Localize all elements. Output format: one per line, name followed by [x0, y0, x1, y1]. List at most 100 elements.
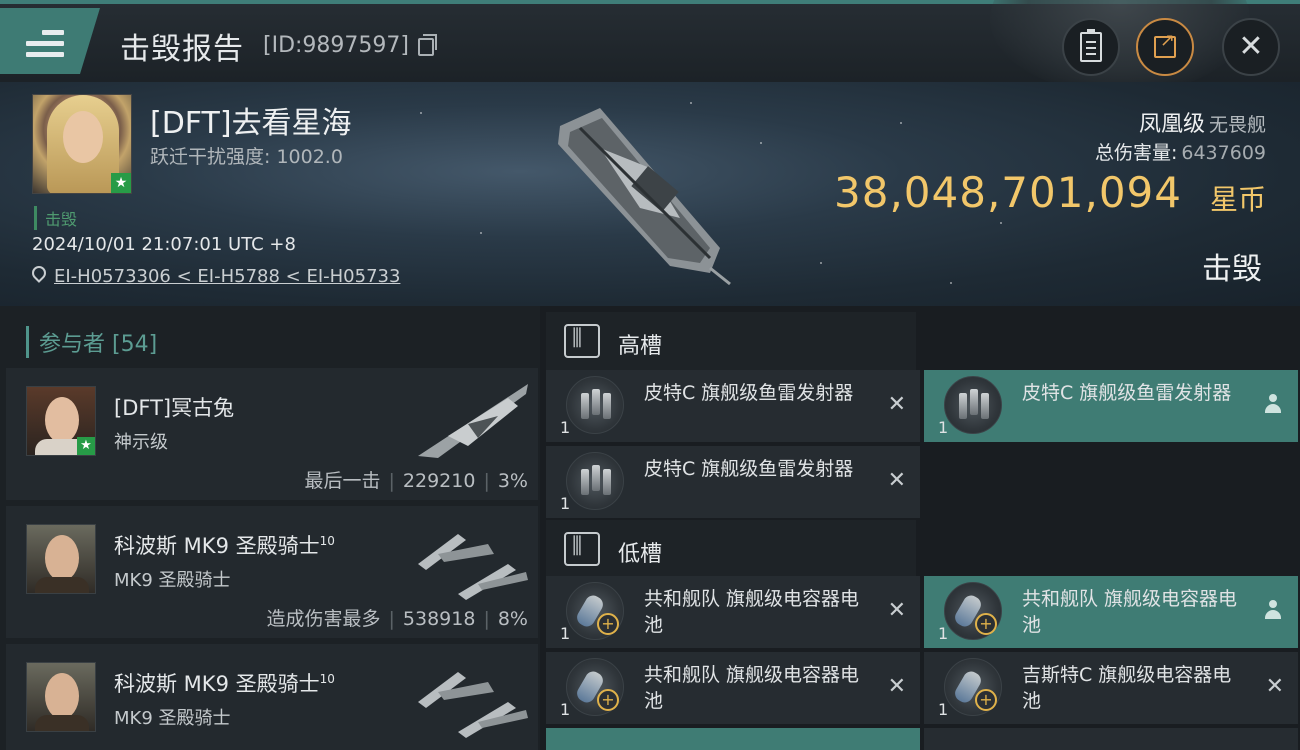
- share-button[interactable]: [1136, 18, 1194, 76]
- pilot-tag: 造成伤害最多: [266, 608, 381, 630]
- isk-value: 38,048,701,094: [834, 168, 1182, 217]
- copy-icon[interactable]: [418, 34, 437, 56]
- outcome-tag: 击毁: [34, 206, 77, 230]
- kill-timestamp: 2024/10/01 21:07:01 UTC +8: [32, 234, 296, 255]
- pilot-name: 科波斯 MK9 圣殿骑士10: [114, 672, 335, 696]
- module-name: 皮特C 旗舰级鱼雷发射器: [644, 458, 854, 480]
- menu-icon[interactable]: [26, 30, 64, 62]
- pilot-damage: 229210: [402, 470, 476, 492]
- module-quantity: 1: [938, 418, 949, 437]
- capacitor-battery-icon: +: [566, 582, 624, 640]
- module-name: 皮特C 旗舰级鱼雷发射器: [1022, 382, 1232, 404]
- share-icon: [1154, 30, 1176, 58]
- participants-panel: 参与者 [54] ★ [DFT]冥古兔 神示级 最后一击 | 229210 | 3% 科…: [0, 306, 540, 750]
- module-quantity: 1: [938, 624, 949, 643]
- menu-tab[interactable]: [0, 8, 100, 74]
- participant-row[interactable]: ★ [DFT]冥古兔 神示级 最后一击 | 229210 | 3%: [6, 368, 538, 500]
- close-icon: ✕: [887, 468, 906, 493]
- torpedo-launcher-icon: [944, 376, 1002, 434]
- close-icon: ✕: [887, 392, 906, 417]
- torpedo-launcher-icon: [566, 376, 624, 434]
- module-item[interactable]: 1 皮特C 旗舰级鱼雷发射器 ✕: [546, 370, 920, 442]
- participants-title: 参与者 [54]: [26, 326, 157, 358]
- victim-panel: ★ [DFT]去看星海 跃迁干扰强度: 1002.0 击毁 2024/10/01…: [0, 82, 1300, 306]
- module-item[interactable]: + 1 共和舰队 旗舰级电容器电池: [924, 576, 1298, 648]
- pilot-stats: 最后一击 | 229210 | 3%: [304, 470, 528, 492]
- planet-background: [990, 0, 1250, 94]
- pilot-ship-image: [418, 384, 528, 458]
- capacitor-battery-icon: +: [944, 658, 1002, 716]
- pilot-name: [DFT]冥古兔: [114, 396, 235, 420]
- pilot-damage: 538918: [402, 608, 476, 630]
- victim-name[interactable]: [DFT]去看星海: [150, 98, 352, 142]
- low-slot-header: 低槽: [546, 520, 916, 578]
- total-damage-value: 6437609: [1181, 142, 1266, 164]
- total-damage-label: 总伤害量:: [1094, 142, 1178, 164]
- module-quantity: 1: [560, 700, 571, 719]
- high-slot-title: 高槽: [618, 334, 663, 359]
- close-icon: ✕: [887, 598, 906, 623]
- pilot-level: 10: [319, 534, 335, 548]
- module-name: 吉斯特C 旗舰级电容器电池: [1022, 664, 1232, 712]
- module-item[interactable]: + 1 共和舰队 旗舰级电容器电池 ✕: [546, 652, 920, 724]
- module-item[interactable]: [924, 728, 1298, 750]
- person-icon: [1264, 600, 1282, 620]
- module-name: 共和舰队 旗舰级电容器电池: [644, 664, 860, 712]
- page-title: 击毁报告: [120, 32, 244, 67]
- pilot-ship: MK9 圣殿骑士: [114, 570, 231, 591]
- module-quantity: 1: [560, 418, 571, 437]
- pilot-avatar[interactable]: [26, 662, 96, 732]
- pilot-stats: 造成伤害最多 | 538918 | 8%: [266, 608, 528, 630]
- capacitor-battery-icon: +: [944, 582, 1002, 640]
- pilot-ship-image: [418, 672, 528, 738]
- close-icon: ✕: [1238, 29, 1264, 64]
- pilot-percent: 8%: [497, 608, 528, 630]
- star-badge-icon: ★: [77, 437, 95, 455]
- clipboard-icon: [1080, 29, 1102, 62]
- ship-name[interactable]: 凤凰级 无畏舰: [1139, 106, 1266, 138]
- location-pin-icon: [29, 263, 49, 283]
- high-slot-icon: [564, 324, 600, 358]
- pilot-ship: 神示级: [114, 432, 168, 453]
- warp-disruption-label: 跃迁干扰强度:: [150, 146, 271, 168]
- fittings-panel: 高槽 1 皮特C 旗舰级鱼雷发射器 ✕ 1 皮特C 旗舰级鱼雷发射器 1 皮特C…: [540, 306, 1300, 750]
- participant-row[interactable]: 科波斯 MK9 圣殿骑士10 MK9 圣殿骑士: [6, 644, 538, 750]
- close-icon: ✕: [887, 674, 906, 699]
- isk-unit: 星币: [1209, 183, 1266, 216]
- victim-avatar[interactable]: ★: [32, 94, 132, 194]
- module-item[interactable]: + 1 吉斯特C 旗舰级电容器电池 ✕: [924, 652, 1298, 724]
- location-link[interactable]: EI-H0573306 < EI-H5788 < EI-H05733: [54, 266, 400, 287]
- star-badge-icon: ★: [111, 173, 131, 193]
- pilot-ship: MK9 圣殿骑士: [114, 708, 231, 729]
- torpedo-launcher-icon: [566, 452, 624, 510]
- report-id: [ID:9897597]: [263, 33, 409, 58]
- outcome-label: 击毁: [1202, 252, 1262, 287]
- victim-ship-image[interactable]: [540, 98, 740, 288]
- module-quantity: 1: [938, 700, 949, 719]
- close-icon: ✕: [1265, 674, 1284, 699]
- pilot-avatar[interactable]: [26, 524, 96, 594]
- pilot-avatar[interactable]: ★: [26, 386, 96, 456]
- pilot-name: 科波斯 MK9 圣殿骑士10: [114, 534, 335, 558]
- low-slot-icon: [564, 532, 600, 566]
- total-damage: 总伤害量: 6437609: [1095, 138, 1266, 165]
- high-slot-header: 高槽: [546, 312, 916, 370]
- low-slot-title: 低槽: [618, 542, 663, 567]
- clipboard-button[interactable]: [1062, 18, 1120, 76]
- warp-disruption-value: 1002.0: [276, 146, 343, 168]
- close-button[interactable]: ✕: [1222, 18, 1280, 76]
- module-item[interactable]: 1 皮特C 旗舰级鱼雷发射器: [924, 370, 1298, 442]
- pilot-tag: 最后一击: [304, 470, 381, 492]
- top-bar: 击毁报告 [ID:9897597] ✕: [0, 0, 1300, 94]
- warp-disruption-stat: 跃迁干扰强度: 1002.0: [150, 142, 343, 169]
- pilot-level: 10: [319, 672, 335, 686]
- ship-class: 无畏舰: [1208, 114, 1266, 136]
- module-name: 共和舰队 旗舰级电容器电池: [1022, 588, 1238, 636]
- pilot-ship-image: [418, 534, 528, 600]
- pilot-percent: 3%: [497, 470, 528, 492]
- module-item[interactable]: 1 皮特C 旗舰级鱼雷发射器 ✕: [546, 446, 920, 518]
- module-item[interactable]: + 1 共和舰队 旗舰级电容器电池 ✕: [546, 576, 920, 648]
- participant-row[interactable]: 科波斯 MK9 圣殿骑士10 MK9 圣殿骑士 造成伤害最多 | 538918 | 8%: [6, 506, 538, 638]
- module-quantity: 1: [560, 494, 571, 513]
- module-item[interactable]: [546, 728, 920, 750]
